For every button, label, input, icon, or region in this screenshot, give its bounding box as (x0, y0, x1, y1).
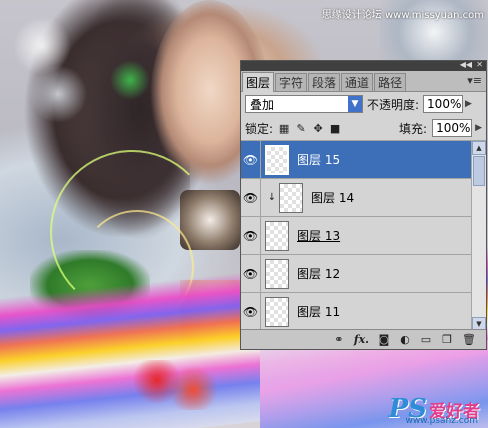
artwork-bubbles (10, 10, 90, 130)
opacity-input[interactable]: 100% (423, 95, 464, 113)
tab-layers[interactable]: 图层 (242, 72, 275, 92)
layers-bottom-toolbar: ⚭ fx. ◙ ◐ ▭ ❐ 🗑 (241, 329, 486, 349)
layers-panel: ◀◀ ✕ 图层 字符 段落 通道 路径 ▾≡ 叠加 ▼ 不透明度: 100% ▶… (240, 60, 487, 350)
visibility-eye-icon[interactable]: 👁 (241, 255, 261, 292)
lock-transparent-icon[interactable]: ▦ (278, 122, 290, 135)
layer-row[interactable]: 👁 图层 11 (241, 293, 471, 331)
layer-name: 图层 11 (297, 305, 341, 319)
layer-row[interactable]: 👁 ↓ 图层 14 (241, 179, 471, 217)
folder-icon[interactable]: ▭ (420, 333, 432, 346)
chevron-down-icon[interactable]: ▼ (348, 96, 362, 112)
layer-name: 图层 13 (297, 229, 341, 243)
mask-icon[interactable]: ◙ (378, 333, 390, 346)
logo-url: www.psahz.com (405, 416, 478, 426)
top-watermark: 思缘设计论坛 www.missyuan.com (321, 10, 484, 21)
visibility-eye-icon[interactable]: 👁 (241, 179, 261, 216)
tab-paragraph[interactable]: 段落 (308, 73, 341, 91)
lock-label: 锁定: (245, 121, 274, 136)
visibility-eye-icon[interactable]: 👁 (241, 293, 261, 330)
fx-icon[interactable]: fx. (354, 333, 369, 346)
lock-move-icon[interactable]: ✥ (312, 122, 324, 135)
layers-scrollbar[interactable]: ▲ ▼ (471, 141, 486, 331)
lock-row: 锁定: ▦ ✎ ✥ ■ 填充: 100% ▶ (241, 116, 486, 141)
tab-character[interactable]: 字符 (275, 73, 308, 91)
lock-brush-icon[interactable]: ✎ (295, 122, 307, 135)
lock-all-icon[interactable]: ■ (329, 122, 341, 135)
layer-thumbnail (265, 296, 289, 327)
blend-mode-value: 叠加 (250, 97, 275, 112)
fill-label: 填充: (399, 121, 428, 136)
fill-input[interactable]: 100% (432, 119, 473, 137)
panel-titlebar[interactable]: ◀◀ ✕ (241, 60, 486, 71)
artwork-leaf (110, 60, 150, 100)
trash-icon[interactable]: 🗑 (462, 333, 476, 346)
opacity-label: 不透明度: (367, 97, 420, 112)
opacity-slider-arrow-icon[interactable]: ▶ (465, 99, 472, 109)
layer-row[interactable]: 👁 图层 13 (241, 217, 471, 255)
collapse-icon[interactable]: ◀◀ (460, 60, 472, 70)
panel-tabs: 图层 字符 段落 通道 路径 ▾≡ (241, 71, 486, 92)
tab-channels[interactable]: 通道 (341, 73, 374, 91)
layer-thumbnail (265, 258, 289, 289)
layer-thumbnail (265, 220, 289, 251)
layer-name: 图层 12 (297, 267, 341, 281)
panel-menu-icon[interactable]: ▾≡ (467, 74, 482, 87)
blend-mode-select[interactable]: 叠加 ▼ (245, 95, 363, 113)
clipping-arrow-icon: ↓ (267, 192, 277, 203)
fill-slider-arrow-icon[interactable]: ▶ (475, 123, 482, 133)
close-icon[interactable]: ✕ (476, 60, 483, 70)
blend-row: 叠加 ▼ 不透明度: 100% ▶ (241, 92, 486, 116)
tab-paths[interactable]: 路径 (374, 73, 407, 91)
layer-thumbnail (279, 182, 303, 213)
new-layer-icon[interactable]: ❐ (441, 333, 453, 346)
visibility-eye-icon[interactable]: 👁 (241, 217, 261, 254)
layer-thumbnail (265, 144, 289, 175)
link-icon[interactable]: ⚭ (333, 333, 345, 346)
layer-name: 图层 15 (297, 153, 341, 167)
site-logo: PS 爱好者 www.psahz.com (389, 396, 480, 426)
scrollbar-thumb[interactable] (473, 156, 485, 186)
layer-name: 图层 14 (311, 191, 355, 205)
layers-list: 👁 图层 15 👁 ↓ 图层 14 👁 图层 13 👁 图层 12 👁 图层 1… (241, 141, 471, 331)
artwork-flowers (130, 360, 220, 410)
adjustment-icon[interactable]: ◐ (399, 333, 411, 346)
layer-row[interactable]: 👁 图层 12 (241, 255, 471, 293)
scroll-up-icon[interactable]: ▲ (472, 141, 486, 155)
layer-row[interactable]: 👁 图层 15 (241, 141, 471, 179)
visibility-eye-icon[interactable]: 👁 (241, 141, 261, 178)
